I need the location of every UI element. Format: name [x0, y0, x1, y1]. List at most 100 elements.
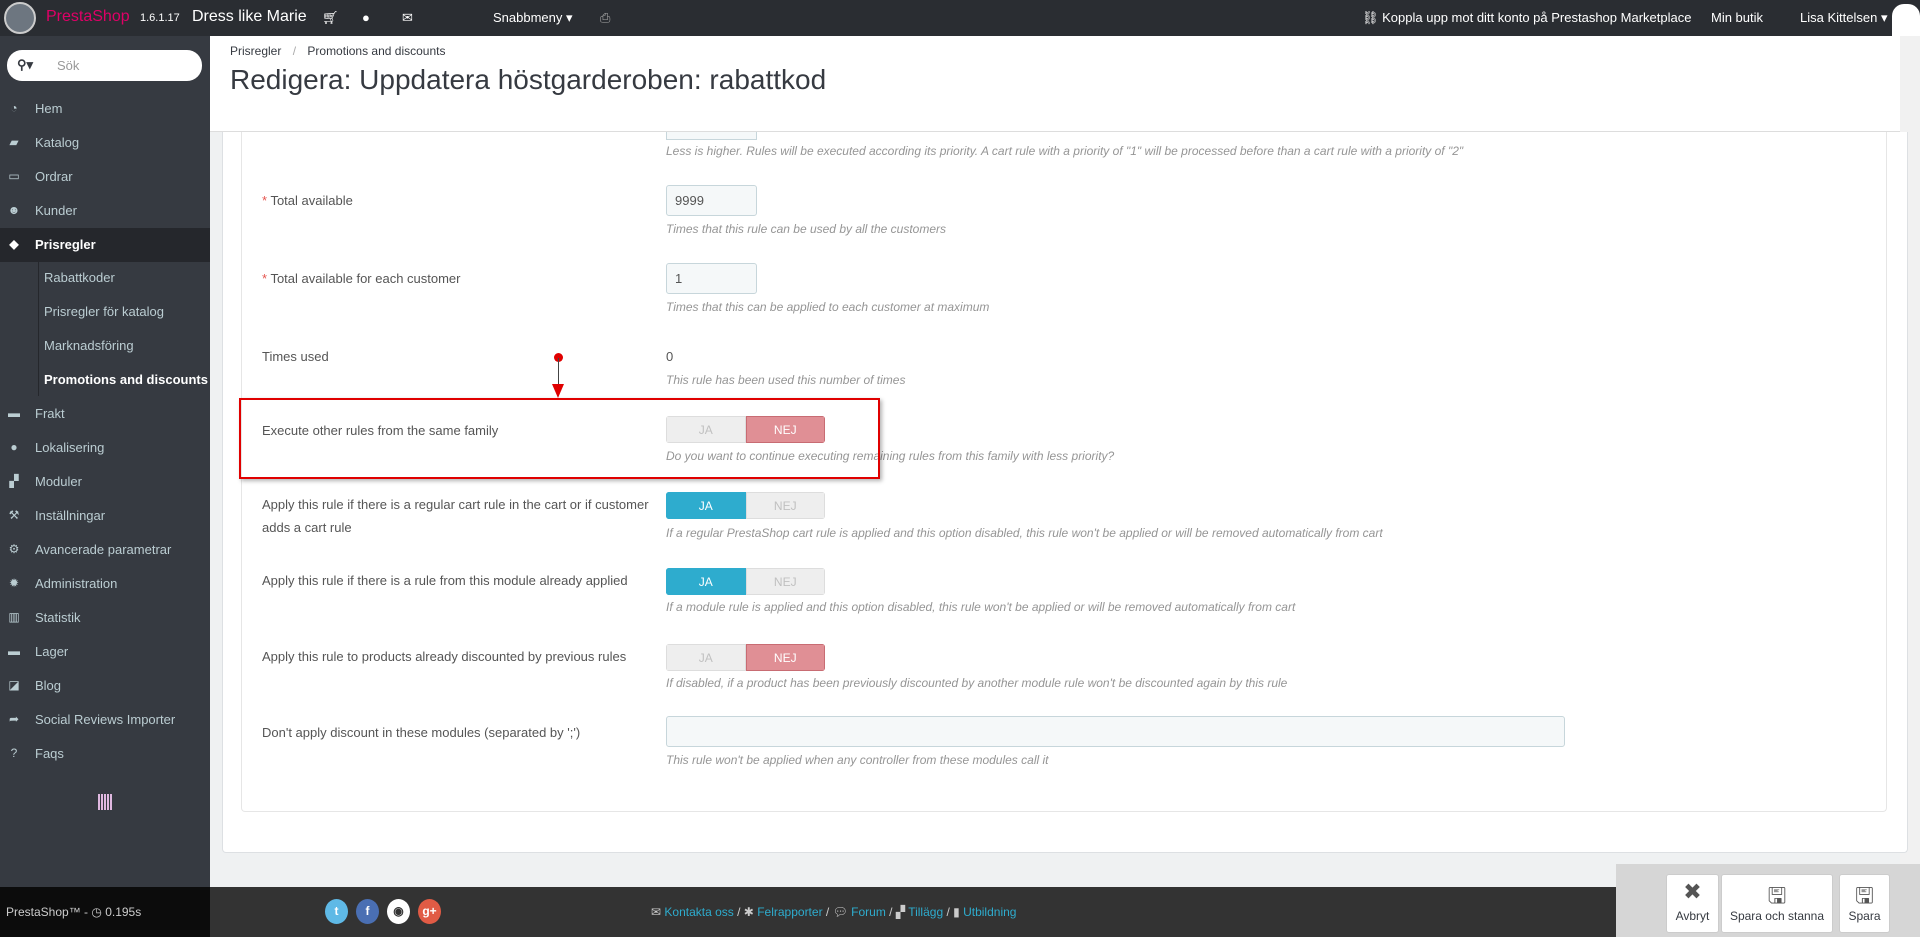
sidebar-item[interactable]: ☻ Kunder: [0, 194, 210, 228]
quick-menu[interactable]: Snabbmeny ▾: [493, 10, 573, 26]
annotation-arrowhead: [552, 384, 564, 398]
quick-menu-label: Snabbmeny: [493, 10, 563, 25]
times-used-label: Times used: [262, 349, 329, 364]
submenu-item[interactable]: Rabattkoder: [44, 270, 115, 285]
sidebar-item[interactable]: ◔ Hem: [0, 92, 210, 126]
facebook-icon[interactable]: f: [356, 899, 379, 924]
sidebar-item[interactable]: ◪ Blog: [0, 669, 210, 703]
cancel-button[interactable]: ✖ Avbryt: [1666, 874, 1719, 933]
sidebar-item[interactable]: ● Lokalisering: [0, 431, 210, 465]
toggle-help: If a regular PrestaShop cart rule is app…: [666, 526, 1383, 540]
marketplace-link[interactable]: ⛓ Koppla upp mot ditt konto på Prestasho…: [1362, 10, 1691, 26]
page-title: Redigera: Uppdatera höstgarderoben: raba…: [230, 64, 827, 95]
annotation-highlight-box: [239, 398, 880, 479]
version-text: PrestaShop™ -: [6, 905, 92, 919]
github-icon[interactable]: ◉: [387, 899, 410, 924]
search-icon[interactable]: ⚲▾: [17, 57, 33, 73]
twitter-icon[interactable]: t: [325, 899, 348, 924]
yes-option[interactable]: JA: [666, 568, 746, 595]
sidebar-item-label: Prisregler: [35, 237, 96, 252]
close-icon: ✖: [1683, 879, 1702, 904]
total-available-label: * Total available: [262, 193, 353, 208]
no-option[interactable]: NEJ: [745, 644, 825, 671]
sidebar-item[interactable]: ✹ Administration: [0, 567, 210, 601]
user-icon[interactable]: ●: [362, 10, 370, 25]
sidebar-item[interactable]: ▬ Frakt: [0, 397, 210, 431]
sidebar-item-label: Faqs: [35, 746, 64, 761]
sidebar-item[interactable]: ◆ Prisregler: [0, 228, 210, 262]
toggle-label: Apply this rule if there is a rule from …: [262, 573, 628, 588]
exclude-modules-input[interactable]: [666, 716, 1565, 747]
sidebar-item[interactable]: ▭ Ordrar: [0, 160, 210, 194]
total-per-customer-input[interactable]: 1: [666, 263, 757, 294]
bug-report-link[interactable]: Felrapporter: [757, 905, 822, 919]
addons-link[interactable]: Tillägg: [908, 905, 943, 919]
sidebar-item-label: Frakt: [35, 406, 65, 421]
priority-input[interactable]: [666, 132, 757, 140]
envelope-icon[interactable]: ✉: [402, 10, 413, 26]
yes-no-switch[interactable]: JA NEJ: [666, 644, 825, 671]
collapse-menu-icon[interactable]: [98, 794, 112, 810]
save-button[interactable]: 🖫 Spara: [1839, 874, 1890, 933]
cart-icon[interactable]: 🛒︎: [322, 10, 339, 26]
sidebar-item[interactable]: ? Faqs: [0, 737, 210, 771]
sidebar-item[interactable]: ⚒ Inställningar: [0, 499, 210, 533]
sidebar-item-label: Moduler: [35, 474, 82, 489]
total-per-customer-help: Times that this can be applied to each c…: [666, 300, 990, 314]
envelope-icon: ✉: [651, 905, 662, 919]
submenu-item[interactable]: Prisregler för katalog: [44, 304, 164, 319]
toggle-help: If a module rule is applied and this opt…: [666, 600, 1296, 614]
yes-option[interactable]: JA: [666, 644, 746, 671]
puzzle-icon: ▞: [9, 474, 19, 488]
sidebar-item[interactable]: ➦ Social Reviews Importer: [0, 703, 210, 737]
globe-icon: ●: [10, 440, 18, 454]
no-option[interactable]: NEJ: [745, 492, 825, 519]
breadcrumb-item[interactable]: Promotions and discounts: [307, 44, 445, 58]
my-shop-link[interactable]: Min butik: [1711, 10, 1763, 25]
sidebar-item[interactable]: ▞ Moduler: [0, 465, 210, 499]
users-icon: ☻: [7, 203, 21, 217]
sidebar-item-label: Lokalisering: [35, 440, 105, 455]
user-name: Lisa Kittelsen: [1800, 10, 1878, 25]
shop-name[interactable]: Dress like Marie: [192, 8, 307, 26]
breadcrumb: Prisregler / Promotions and discounts: [230, 44, 445, 58]
print-icon[interactable]: ⎙: [600, 10, 610, 26]
sidebar-item[interactable]: ⚙ Avancerade parametrar: [0, 533, 210, 567]
prestashop-logo[interactable]: [4, 2, 36, 34]
sidebar-item-label: Hem: [35, 101, 63, 116]
search-input[interactable]: ⚲▾ Sök: [7, 50, 202, 81]
total-available-input[interactable]: 9999: [666, 185, 757, 216]
yes-no-switch[interactable]: JA NEJ: [666, 568, 825, 595]
submenu-item[interactable]: Promotions and discounts: [44, 372, 208, 387]
bug-icon: ✱: [743, 905, 754, 919]
load-time: 0.195s: [105, 905, 142, 919]
training-link[interactable]: Utbildning: [963, 905, 1016, 919]
toggle-help: If disabled, if a product has been previ…: [666, 676, 1288, 690]
sidebar-item[interactable]: ▥ Statistik: [0, 601, 210, 635]
submenu-item[interactable]: Marknadsföring: [44, 338, 134, 353]
breadcrumb-item[interactable]: Prisregler: [230, 44, 281, 58]
google-plus-icon[interactable]: g+: [418, 899, 441, 924]
contact-link[interactable]: Kontakta oss: [664, 905, 733, 919]
avatar[interactable]: [1892, 4, 1920, 36]
total-available-help: Times that this rule can be used by all …: [666, 222, 947, 236]
save-and-stay-button[interactable]: 🖫 Spara och stanna: [1721, 874, 1833, 933]
no-option[interactable]: NEJ: [745, 568, 825, 595]
sidebar-item[interactable]: ▰ Katalog: [0, 126, 210, 160]
bar-chart-icon: ▥: [8, 610, 20, 624]
toggle-label: Apply this rule to products already disc…: [262, 649, 627, 664]
marketplace-label: Koppla upp mot ditt konto på Prestashop …: [1382, 10, 1692, 25]
sidebar-item[interactable]: ▬ Lager: [0, 635, 210, 669]
book-icon: ▮: [953, 905, 960, 919]
yes-option[interactable]: JA: [666, 492, 746, 519]
label-text: Total available for each customer: [270, 271, 461, 286]
user-menu[interactable]: Lisa Kittelsen ▾: [1800, 10, 1887, 26]
top-bar: PrestaShop 1.6.1.17 Dress like Marie 🛒︎ …: [0, 0, 1920, 36]
book-icon: ▰: [9, 135, 19, 149]
sidebar-item-label: Ordrar: [35, 169, 73, 184]
forum-link[interactable]: Forum: [851, 905, 886, 919]
exclude-modules-help: This rule won't be applied when any cont…: [666, 753, 1049, 767]
submenu-line: [38, 260, 39, 396]
sidebar-item-label: Katalog: [35, 135, 80, 150]
yes-no-switch[interactable]: JA NEJ: [666, 492, 825, 519]
